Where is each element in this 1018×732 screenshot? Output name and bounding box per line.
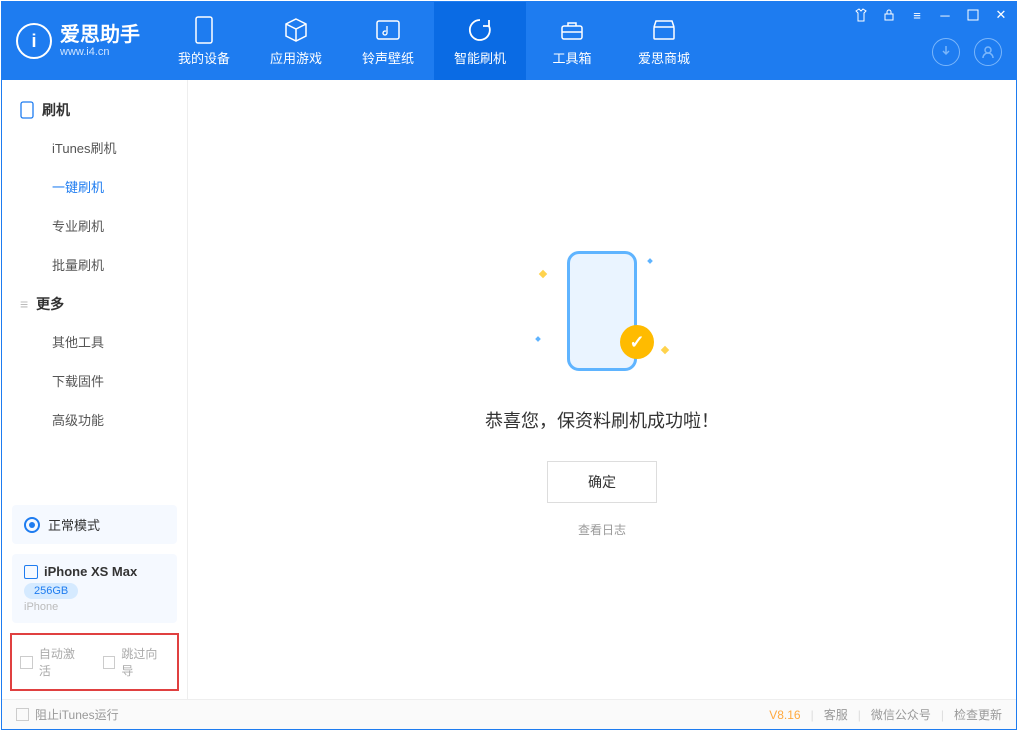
success-message: 恭喜您，保资料刷机成功啦！ xyxy=(485,407,719,433)
music-folder-icon xyxy=(374,16,402,44)
ok-button[interactable]: 确定 xyxy=(547,461,657,503)
app-sub: www.i4.cn xyxy=(60,46,140,58)
sparkle-icon xyxy=(539,270,547,278)
highlighted-options-row: 自动激活 跳过向导 xyxy=(10,633,179,691)
toolbox-icon xyxy=(558,16,586,44)
lock-icon[interactable] xyxy=(880,6,898,24)
window-controls: ≡ ─ ✕ xyxy=(852,6,1010,24)
checkbox-icon xyxy=(16,708,29,721)
sidebar: 刷机 iTunes刷机 一键刷机 专业刷机 批量刷机 ≡ 更多 其他工具 下载固… xyxy=(2,80,188,699)
sidebar-section-more: ≡ 更多 xyxy=(2,284,187,322)
list-icon: ≡ xyxy=(20,296,28,312)
tab-label: 智能刷机 xyxy=(454,48,506,67)
sidebar-item-pro-flash[interactable]: 专业刷机 xyxy=(2,206,187,245)
sparkle-icon xyxy=(647,258,653,264)
app-window: i 爱思助手 www.i4.cn 我的设备 应用游戏 铃声壁纸 智能刷机 xyxy=(1,1,1017,730)
tab-my-device[interactable]: 我的设备 xyxy=(158,2,250,80)
checkbox-skip-guide[interactable]: 跳过向导 xyxy=(103,645,170,679)
success-illustration: ✓ xyxy=(532,241,672,381)
user-icon[interactable] xyxy=(974,38,1002,66)
logo-icon: i xyxy=(16,23,52,59)
sidebar-item-itunes-flash[interactable]: iTunes刷机 xyxy=(2,128,187,167)
minimize-icon[interactable]: ─ xyxy=(936,6,954,24)
refresh-icon xyxy=(466,16,494,44)
menu-icon[interactable]: ≡ xyxy=(908,6,926,24)
tab-ringtone[interactable]: 铃声壁纸 xyxy=(342,2,434,80)
footer-link-update[interactable]: 检查更新 xyxy=(954,706,1002,723)
sidebar-item-oneclick-flash[interactable]: 一键刷机 xyxy=(2,167,187,206)
tab-label: 爱思商城 xyxy=(638,48,690,67)
footer-link-kefu[interactable]: 客服 xyxy=(824,706,848,723)
main-panel: ✓ 恭喜您，保资料刷机成功啦！ 确定 查看日志 xyxy=(188,80,1016,699)
status-dot-icon xyxy=(24,517,40,533)
device-type: iPhone xyxy=(24,601,165,613)
version-label: V8.16 xyxy=(769,708,800,722)
title-bar: i 爱思助手 www.i4.cn 我的设备 应用游戏 铃声壁纸 智能刷机 xyxy=(2,2,1016,80)
sidebar-bottom: 正常模式 iPhone XS Max 256GB iPhone 自动激活 xyxy=(2,505,187,699)
cube-icon xyxy=(282,16,310,44)
download-icon[interactable] xyxy=(932,38,960,66)
sidebar-item-download-firmware[interactable]: 下载固件 xyxy=(2,361,187,400)
device-capacity-badge: 256GB xyxy=(24,583,78,599)
body: 刷机 iTunes刷机 一键刷机 专业刷机 批量刷机 ≡ 更多 其他工具 下载固… xyxy=(2,80,1016,699)
sparkle-icon xyxy=(535,336,541,342)
phone-icon xyxy=(24,565,38,579)
status-card[interactable]: 正常模式 xyxy=(12,505,177,544)
status-bar: 阻止iTunes运行 V8.16 | 客服 | 微信公众号 | 检查更新 xyxy=(2,699,1016,729)
shirt-icon[interactable] xyxy=(852,6,870,24)
sidebar-item-batch-flash[interactable]: 批量刷机 xyxy=(2,245,187,284)
checkbox-icon xyxy=(103,656,116,669)
sparkle-icon xyxy=(661,346,669,354)
sidebar-section-flash: 刷机 xyxy=(2,90,187,128)
tab-label: 铃声壁纸 xyxy=(362,48,414,67)
device-name: iPhone XS Max xyxy=(44,564,137,579)
check-badge-icon: ✓ xyxy=(620,325,654,359)
device-icon xyxy=(190,16,218,44)
store-icon xyxy=(650,16,678,44)
tab-smart-flash[interactable]: 智能刷机 xyxy=(434,2,526,80)
checkbox-stop-itunes[interactable]: 阻止iTunes运行 xyxy=(16,706,119,723)
checkbox-icon xyxy=(20,656,33,669)
footer-link-wechat[interactable]: 微信公众号 xyxy=(871,706,931,723)
tab-label: 应用游戏 xyxy=(270,48,322,67)
phone-icon xyxy=(20,101,34,119)
tab-apps[interactable]: 应用游戏 xyxy=(250,2,342,80)
maximize-icon[interactable] xyxy=(964,6,982,24)
tab-toolbox[interactable]: 工具箱 xyxy=(526,2,618,80)
checkbox-auto-activate[interactable]: 自动激活 xyxy=(20,645,87,679)
sidebar-item-advanced[interactable]: 高级功能 xyxy=(2,400,187,439)
tab-label: 我的设备 xyxy=(178,48,230,67)
sidebar-item-other-tools[interactable]: 其他工具 xyxy=(2,322,187,361)
close-icon[interactable]: ✕ xyxy=(992,6,1010,24)
status-label: 正常模式 xyxy=(48,515,100,534)
tab-store[interactable]: 爱思商城 xyxy=(618,2,710,80)
view-log-link[interactable]: 查看日志 xyxy=(578,521,626,538)
nav-tabs: 我的设备 应用游戏 铃声壁纸 智能刷机 工具箱 爱思商城 xyxy=(158,2,710,80)
app-name: 爱思助手 xyxy=(60,24,140,46)
header-actions xyxy=(932,38,1002,66)
device-card[interactable]: iPhone XS Max 256GB iPhone xyxy=(12,554,177,623)
tab-label: 工具箱 xyxy=(552,48,591,67)
logo: i 爱思助手 www.i4.cn xyxy=(2,2,158,80)
